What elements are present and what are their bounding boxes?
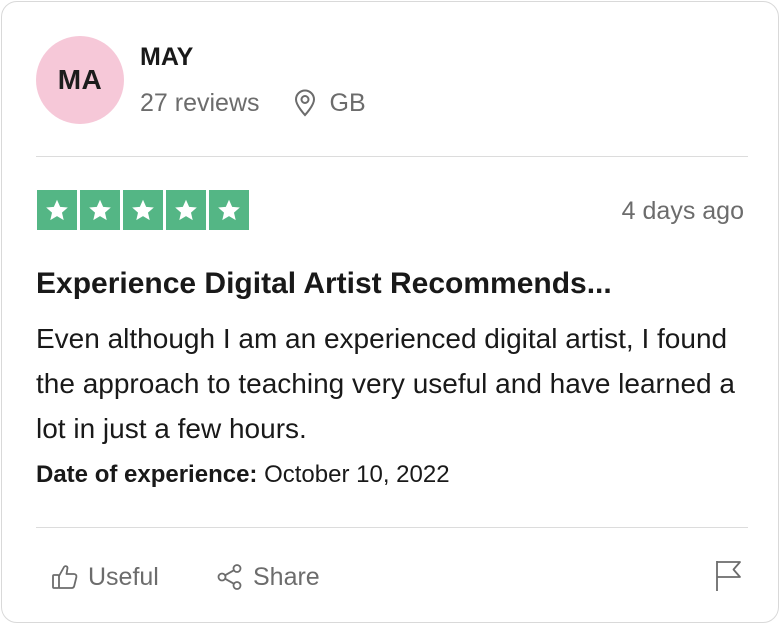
reviewer-name[interactable]: MAY (140, 43, 193, 71)
review-date: 4 days ago (621, 197, 744, 225)
location-pin-icon (293, 89, 317, 117)
star-icon (123, 190, 163, 230)
reviewer-location: GB (293, 89, 366, 118)
review-body: Even although I am an experienced digita… (36, 323, 735, 444)
review-card: MA MAY 27 reviews GB 4 days ago Experien… (1, 1, 779, 623)
flag-icon (716, 561, 741, 591)
footer-divider (36, 527, 748, 528)
star-icon (80, 190, 120, 230)
share-label: Share (253, 562, 320, 591)
experience-label: Date of experience: (36, 461, 258, 488)
star-rating (37, 190, 249, 230)
share-button[interactable]: Share (215, 560, 320, 594)
reviewer-country: GB (329, 88, 366, 117)
star-icon (37, 190, 77, 230)
share-icon (217, 564, 242, 590)
reviewer-meta: 27 reviews GB (140, 86, 366, 120)
useful-label: Useful (88, 562, 159, 591)
date-of-experience: Date of experience: October 10, 2022 (36, 460, 450, 490)
review-title[interactable]: Experience Digital Artist Recommends... (36, 266, 748, 302)
thumbs-up-icon (52, 565, 78, 589)
experience-date: October 10, 2022 (264, 461, 450, 488)
star-icon (166, 190, 206, 230)
star-icon (209, 190, 249, 230)
review-count: 27 reviews (140, 88, 260, 117)
header-divider (36, 156, 748, 157)
avatar[interactable]: MA (36, 36, 124, 124)
useful-button[interactable]: Useful (50, 560, 159, 594)
report-flag-button[interactable] (714, 559, 744, 593)
avatar-initials: MA (57, 64, 103, 95)
